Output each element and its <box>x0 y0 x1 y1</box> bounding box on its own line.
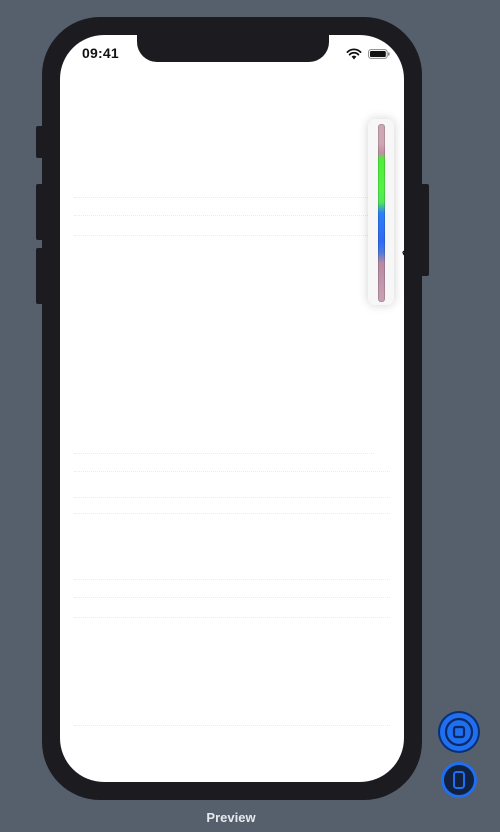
power-button <box>421 184 429 276</box>
list-separator <box>74 513 390 514</box>
live-preview-icon <box>444 717 474 747</box>
list-separator <box>74 579 390 580</box>
list-separator <box>74 471 390 472</box>
simulator-canvas: { "status_bar": { "time": "09:41", "wifi… <box>0 0 500 832</box>
list-separator <box>74 197 374 198</box>
device-notch <box>137 35 329 62</box>
wifi-icon <box>346 48 362 60</box>
live-preview-button[interactable] <box>438 711 480 753</box>
list-separator <box>74 725 390 726</box>
list-separator <box>74 453 374 454</box>
device-settings-button[interactable] <box>441 762 477 798</box>
list-separator <box>74 597 390 598</box>
battery-icon <box>368 49 390 59</box>
color-slider-popup <box>368 119 394 305</box>
device-icon <box>453 771 465 789</box>
list-separator <box>74 235 374 236</box>
status-time: 09:41 <box>82 45 119 61</box>
color-slider-track[interactable] <box>378 124 385 302</box>
device-frame: 09:41 <box>42 17 422 800</box>
list-separator <box>74 497 390 498</box>
pointing-hand-cursor-icon <box>402 250 404 256</box>
preview-label: Preview <box>206 810 256 825</box>
list-separator <box>74 215 374 216</box>
device-screen: 09:41 <box>60 35 404 782</box>
list-separator <box>74 617 390 618</box>
